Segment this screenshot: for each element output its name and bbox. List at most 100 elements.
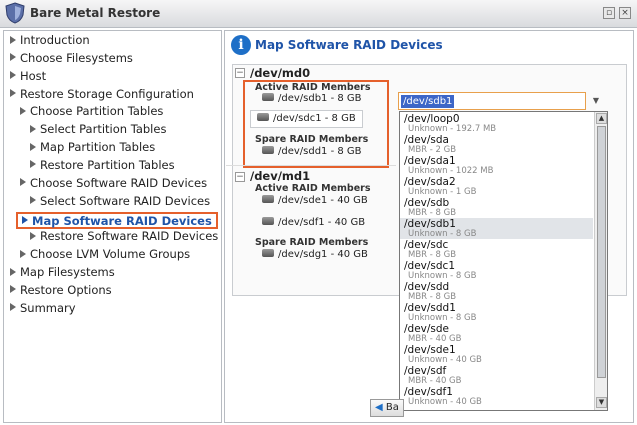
nav-item-host[interactable]: Host xyxy=(10,69,46,86)
dropdown-option[interactable]: /dev/sdb1 Unknown - 8 GB xyxy=(400,218,593,239)
nav-item-restore-options[interactable]: Restore Options xyxy=(10,283,112,300)
chevron-right-icon xyxy=(10,89,16,98)
divider xyxy=(226,165,396,166)
dropdown-option[interactable]: /dev/sda1 Unknown - 1022 MB xyxy=(400,155,593,176)
window-title: Bare Metal Restore xyxy=(30,6,161,20)
chevron-right-icon xyxy=(20,106,26,115)
nav-item-select-software-raid-devices[interactable]: Select Software RAID Devices xyxy=(30,194,210,211)
nav-item-label: Choose Filesystems xyxy=(20,50,133,65)
chevron-right-icon xyxy=(30,124,36,133)
nav-item-map-filesystems[interactable]: Map Filesystems xyxy=(10,265,115,282)
raid-device-md0: /dev/md0 xyxy=(250,66,311,80)
option-description: MBR - 8 GB xyxy=(408,208,457,218)
dropdown-scrollbar[interactable]: ▲ ▼ xyxy=(594,112,607,410)
option-description: Unknown - 8 GB xyxy=(408,229,477,239)
nav-item-choose-software-raid-devices[interactable]: Choose Software RAID Devices xyxy=(20,176,207,193)
dropdown-option[interactable]: /dev/sdd MBR - 8 GB xyxy=(400,281,593,302)
dropdown-option[interactable]: /dev/sdc MBR - 8 GB xyxy=(400,239,593,260)
nav-item-label: Restore Partition Tables xyxy=(40,157,175,172)
nav-item-introduction[interactable]: Introduction xyxy=(10,33,90,50)
nav-item-choose-filesystems[interactable]: Choose Filesystems xyxy=(10,51,133,68)
member-sdg1[interactable]: /dev/sdg1 - 40 GB xyxy=(262,249,368,267)
nav-item-map-partition-tables[interactable]: Map Partition Tables xyxy=(30,140,155,157)
page-title: Map Software RAID Devices xyxy=(255,38,443,52)
combo-value: /dev/sdb1 xyxy=(401,95,455,108)
shield-logo-icon xyxy=(5,2,25,24)
close-window-icon[interactable]: × xyxy=(619,7,631,19)
option-description: Unknown - 8 GB xyxy=(408,313,477,323)
chevron-right-icon xyxy=(10,285,16,294)
nav-item-label: Map Software RAID Devices xyxy=(32,213,212,228)
wizard-nav-panel: Introduction Choose Filesystems Host Restor… xyxy=(3,30,222,423)
option-description: Unknown - 1 GB xyxy=(408,187,477,197)
nav-item-label: Summary xyxy=(20,300,76,315)
dropdown-option[interactable]: /dev/sda2 Unknown - 1 GB xyxy=(400,176,593,197)
chevron-right-icon xyxy=(10,303,16,312)
nav-item-restore-partition-tables[interactable]: Restore Partition Tables xyxy=(30,158,175,175)
nav-item-restore-software-raid-devices[interactable]: Restore Software RAID Devices xyxy=(30,229,218,246)
window-titlebar: Bare Metal Restore ▫ × xyxy=(0,0,637,28)
nav-item-select-partition-tables[interactable]: Select Partition Tables xyxy=(30,122,166,139)
nav-item-choose-lvm-volume-groups[interactable]: Choose LVM Volume Groups xyxy=(20,247,190,264)
nav-item-label: Introduction xyxy=(20,33,90,47)
dropdown-option[interactable]: /dev/sdf MBR - 40 GB xyxy=(400,365,593,386)
option-description: MBR - 2 GB xyxy=(408,145,457,155)
disk-icon xyxy=(262,195,274,203)
nav-item-restore-storage-configuration[interactable]: Restore Storage Configuration xyxy=(10,87,194,104)
dropdown-option[interactable]: /dev/sde MBR - 40 GB xyxy=(400,323,593,344)
chevron-right-icon xyxy=(30,160,36,169)
chevron-right-icon xyxy=(30,231,36,240)
collapse-md0-icon[interactable]: − xyxy=(235,68,245,78)
member-sde1[interactable]: /dev/sde1 - 40 GB xyxy=(262,195,368,213)
nav-item-summary[interactable]: Summary xyxy=(10,301,76,318)
scroll-up-icon[interactable]: ▲ xyxy=(596,113,607,124)
spare-members-label: Spare RAID Members xyxy=(255,237,369,248)
nav-item-label: Restore Storage Configuration xyxy=(20,86,194,101)
dropdown-option[interactable]: /dev/sdf1 Unknown - 40 GB xyxy=(400,386,593,407)
disk-icon xyxy=(262,217,274,225)
nav-item-map-software-raid-devices[interactable]: Map Software RAID Devices xyxy=(16,211,218,229)
dropdown-option[interactable]: /dev/sdb MBR - 8 GB xyxy=(400,197,593,218)
dropdown-option[interactable]: /dev/sdd1 Unknown - 8 GB xyxy=(400,302,593,323)
option-description: Unknown - 40 GB xyxy=(408,355,482,365)
nav-item-label: Host xyxy=(20,68,47,83)
chevron-right-icon xyxy=(30,142,36,151)
nav-item-label: Map Partition Tables xyxy=(40,140,156,155)
scroll-down-icon[interactable]: ▼ xyxy=(596,397,607,408)
option-description: MBR - 8 GB xyxy=(408,292,457,302)
device-dropdown-list[interactable]: /dev/sdf1 Unknown - 40 GB/dev/sdf MBR - 40… xyxy=(399,111,608,411)
info-icon: i xyxy=(231,35,251,55)
option-description: MBR - 8 GB xyxy=(408,250,457,260)
dropdown-option[interactable]: /dev/sda MBR - 2 GB xyxy=(400,134,593,155)
dropdown-option[interactable]: /dev/loop0 Unknown - 192.7 MB xyxy=(400,113,593,134)
chevron-right-icon xyxy=(30,196,36,205)
chevron-right-icon xyxy=(10,35,16,44)
nav-item-choose-partition-tables[interactable]: Choose Partition Tables xyxy=(20,104,163,121)
back-arrow-icon: ◀ xyxy=(375,402,383,413)
raid-device-md1: /dev/md1 xyxy=(250,169,311,183)
dropdown-option[interactable]: /dev/sdc1 Unknown - 8 GB xyxy=(400,260,593,281)
nav-item-label: Choose Partition Tables xyxy=(30,104,164,119)
chevron-right-icon xyxy=(10,71,16,80)
chevron-down-icon[interactable]: ▼ xyxy=(589,92,603,110)
nav-item-label: Restore Options xyxy=(20,282,112,297)
dropdown-option[interactable]: /dev/sde1 Unknown - 40 GB xyxy=(400,344,593,365)
disk-icon xyxy=(262,249,274,257)
option-description: Unknown - 192.7 MB xyxy=(408,124,497,134)
option-description: MBR - 40 GB xyxy=(408,334,462,344)
nav-item-label: Select Software RAID Devices xyxy=(40,193,211,208)
option-description: MBR - 40 GB xyxy=(408,376,462,386)
back-button[interactable]: ◀ Ba xyxy=(370,399,404,417)
chevron-right-icon xyxy=(10,267,16,276)
restore-window-icon[interactable]: ▫ xyxy=(603,7,615,19)
nav-item-label: Choose LVM Volume Groups xyxy=(30,247,191,262)
nav-item-label: Choose Software RAID Devices xyxy=(30,175,208,190)
member-sdf1[interactable]: /dev/sdf1 - 40 GB xyxy=(262,217,365,235)
chevron-right-icon xyxy=(10,53,16,62)
option-description: Unknown - 1022 MB xyxy=(408,166,494,176)
active-members-label: Active RAID Members xyxy=(255,183,371,194)
chevron-right-icon xyxy=(20,178,26,187)
device-select-combo[interactable]: /dev/sdb1 ▼ xyxy=(398,92,599,110)
scroll-thumb[interactable] xyxy=(597,126,606,378)
collapse-md1-icon[interactable]: − xyxy=(235,172,245,182)
